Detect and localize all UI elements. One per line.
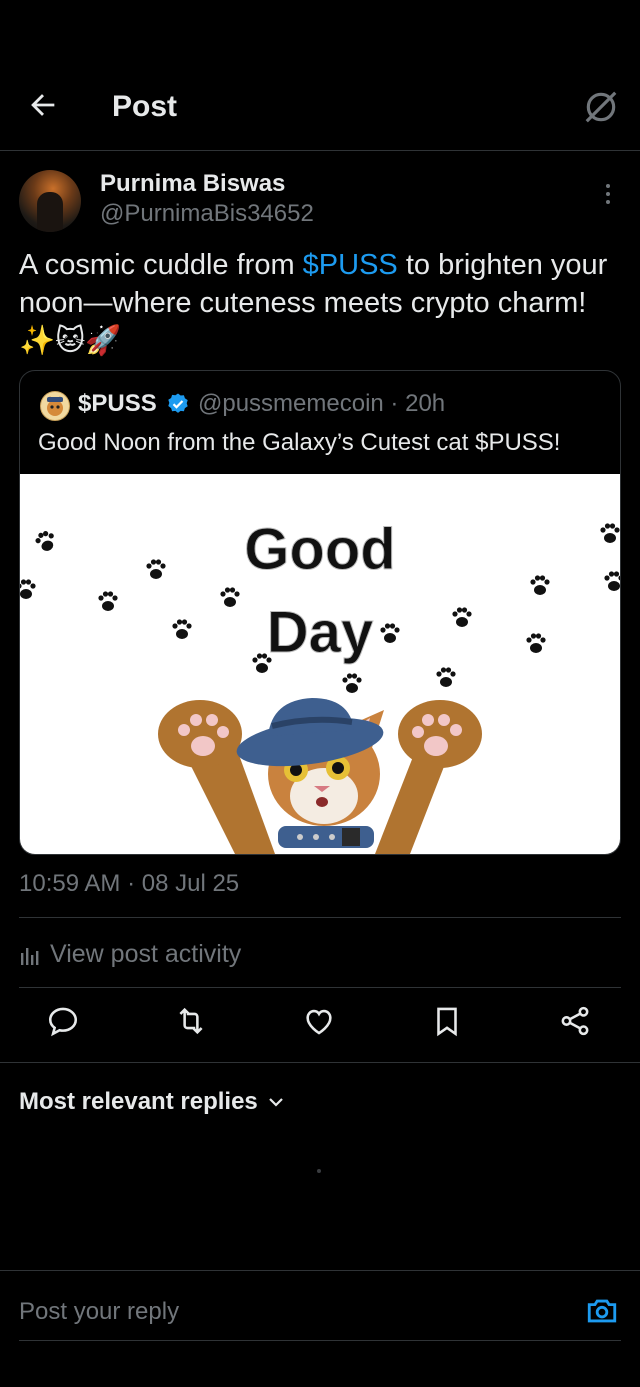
verified-badge-icon <box>168 393 188 413</box>
image-text-good: Good <box>244 517 395 582</box>
action-bar <box>0 1004 640 1048</box>
reply-sort-dropdown[interactable]: Most relevant replies <box>19 1088 258 1116</box>
quoted-avatar <box>40 391 70 421</box>
view-post-activity-link[interactable]: View post activity <box>50 940 241 969</box>
grok-icon[interactable] <box>582 88 620 126</box>
bookmark-icon[interactable] <box>430 1004 464 1038</box>
good-day-cat-illustration: Good Day <box>20 517 620 854</box>
chevron-down-icon[interactable] <box>266 1092 286 1112</box>
post-text: A cosmic cuddle from $PUSS to brighten y… <box>19 246 619 360</box>
divider <box>19 917 621 918</box>
share-icon[interactable] <box>558 1004 592 1038</box>
cashtag-link[interactable]: $PUSS <box>303 249 398 281</box>
top-bar: Post <box>0 60 640 151</box>
back-arrow-icon[interactable] <box>26 88 60 122</box>
like-icon[interactable] <box>302 1004 336 1038</box>
more-options-icon[interactable] <box>600 184 616 208</box>
quoted-handle-time: @pussmemecoin · 20h <box>198 390 446 417</box>
quoted-post[interactable]: $PUSS @pussmemecoin · 20h Good Noon from… <box>19 370 621 855</box>
repost-icon[interactable] <box>174 1004 208 1038</box>
divider <box>0 1270 640 1271</box>
post-text-start: A cosmic cuddle from <box>19 249 303 281</box>
author-avatar[interactable] <box>19 170 81 232</box>
reply-input[interactable] <box>19 1298 519 1326</box>
author-name[interactable]: Purnima Biswas <box>100 170 285 198</box>
page-title: Post <box>112 90 178 123</box>
image-text-day: Day <box>267 600 373 665</box>
divider <box>19 987 621 988</box>
quoted-name: $PUSS <box>78 390 157 417</box>
divider <box>19 1340 621 1341</box>
divider <box>0 1062 640 1063</box>
author-handle[interactable]: @PurnimaBis34652 <box>100 200 314 228</box>
bar-chart-icon <box>21 948 39 965</box>
post-timestamp: 10:59 AM · 08 Jul 25 <box>19 870 240 897</box>
quoted-image[interactable]: Good Day <box>20 474 620 854</box>
reply-icon[interactable] <box>46 1004 80 1038</box>
camera-icon[interactable] <box>584 1294 620 1328</box>
quoted-text: Good Noon from the Galaxy’s Cutest cat $… <box>38 429 561 456</box>
loading-indicator <box>317 1169 321 1173</box>
